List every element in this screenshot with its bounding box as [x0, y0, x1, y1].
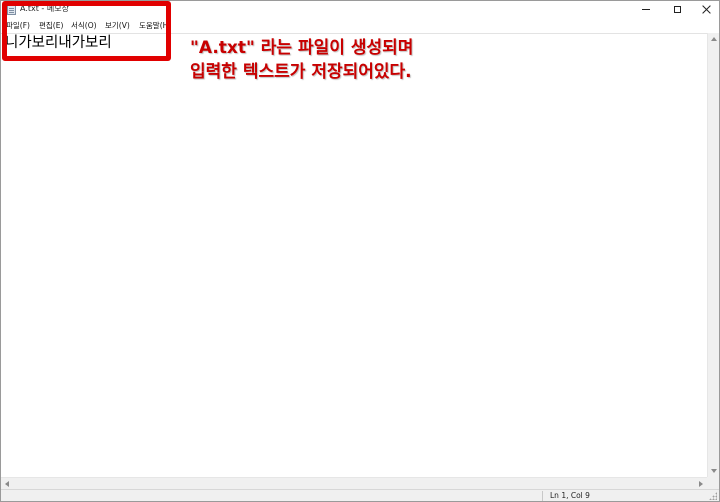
menu-bar: 파일(F) 편집(E) 서식(O) 보기(V) 도움말(H) [1, 18, 719, 33]
annotation-line2: 입력한 텍스트가 저장되어있다. [190, 62, 412, 82]
close-button[interactable] [691, 1, 719, 18]
resize-grip-icon[interactable] [709, 492, 717, 500]
scroll-left-icon[interactable] [5, 481, 9, 487]
notepad-icon [7, 4, 16, 15]
menu-edit[interactable]: 편집(E) [38, 19, 64, 32]
minimize-icon [642, 9, 650, 10]
maximize-icon [673, 6, 681, 13]
close-icon [702, 5, 711, 14]
text-editor-area[interactable]: 니가보리내가보리 [1, 33, 707, 478]
menu-help[interactable]: 도움말(H) [138, 19, 172, 32]
title-bar[interactable]: A.txt - 메모장 [1, 1, 719, 18]
editor-content: 니가보리내가보리 [5, 35, 112, 51]
status-bar: Ln 1, Col 9 [1, 489, 719, 501]
annotation-text: "A.txt" 라는 파일이 생성되며 입력한 텍스트가 저장되어있다. [190, 36, 413, 84]
minimize-button[interactable] [631, 1, 661, 18]
scroll-corner [707, 477, 719, 489]
menu-view[interactable]: 보기(V) [104, 19, 131, 32]
scroll-up-icon[interactable] [711, 37, 717, 41]
vertical-scrollbar[interactable] [707, 33, 719, 477]
annotation-filename: "A.txt" [190, 38, 255, 58]
menu-file[interactable]: 파일(F) [5, 19, 31, 32]
horizontal-scrollbar[interactable] [1, 477, 707, 489]
window-title: A.txt - 메모장 [20, 4, 69, 13]
scroll-down-icon[interactable] [711, 469, 717, 473]
menu-format[interactable]: 서식(O) [70, 19, 98, 32]
scroll-right-icon[interactable] [699, 481, 703, 487]
cursor-position: Ln 1, Col 9 [550, 491, 590, 500]
annotation-line1: 라는 파일이 생성되며 [254, 38, 414, 58]
notepad-window: A.txt - 메모장 파일(F) 편집(E) 서식(O) 보기(V) 도움말(… [0, 0, 720, 502]
maximize-button[interactable] [662, 1, 692, 18]
status-divider [542, 491, 543, 501]
